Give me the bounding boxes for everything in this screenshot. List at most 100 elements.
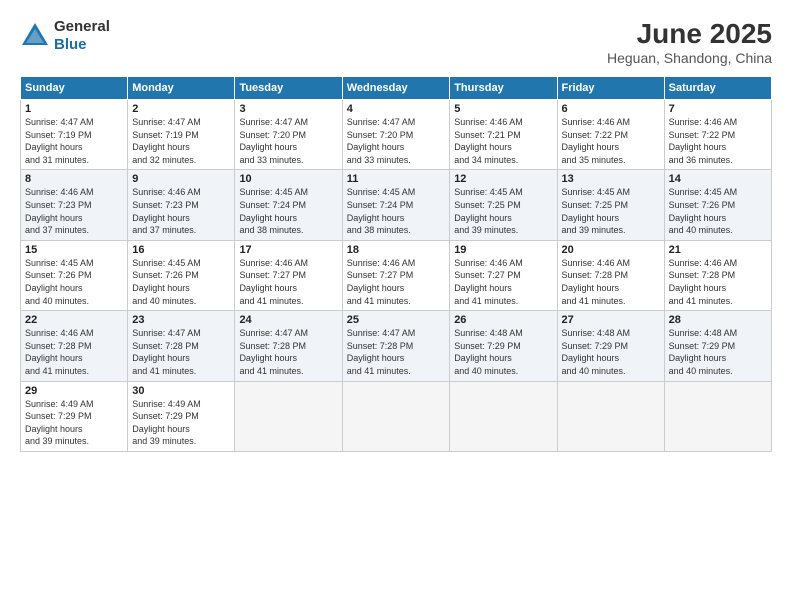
calendar-cell: 18 Sunrise: 4:46 AM Sunset: 7:27 PM Dayl… [342, 240, 449, 310]
day-number: 27 [562, 314, 660, 326]
calendar-cell [342, 381, 449, 451]
day-info: Sunrise: 4:49 AM Sunset: 7:29 PM Dayligh… [132, 398, 230, 448]
day-number: 17 [239, 244, 337, 256]
day-number: 21 [669, 244, 767, 256]
calendar-cell: 17 Sunrise: 4:46 AM Sunset: 7:27 PM Dayl… [235, 240, 342, 310]
calendar-cell: 12 Sunrise: 4:45 AM Sunset: 7:25 PM Dayl… [450, 170, 557, 240]
calendar-day-header: Tuesday [235, 77, 342, 100]
calendar-cell: 7 Sunrise: 4:46 AM Sunset: 7:22 PM Dayli… [664, 100, 771, 170]
calendar-cell: 20 Sunrise: 4:46 AM Sunset: 7:28 PM Dayl… [557, 240, 664, 310]
day-info: Sunrise: 4:45 AM Sunset: 7:24 PM Dayligh… [347, 186, 445, 236]
calendar-cell: 21 Sunrise: 4:46 AM Sunset: 7:28 PM Dayl… [664, 240, 771, 310]
calendar-cell [450, 381, 557, 451]
title-block: June 2025 Heguan, Shandong, China [607, 18, 772, 66]
day-number: 28 [669, 314, 767, 326]
day-number: 18 [347, 244, 445, 256]
calendar-day-header: Friday [557, 77, 664, 100]
day-info: Sunrise: 4:46 AM Sunset: 7:27 PM Dayligh… [347, 257, 445, 307]
day-number: 11 [347, 173, 445, 185]
day-number: 30 [132, 385, 230, 397]
day-number: 2 [132, 103, 230, 115]
day-number: 7 [669, 103, 767, 115]
day-number: 25 [347, 314, 445, 326]
day-number: 22 [25, 314, 123, 326]
day-number: 23 [132, 314, 230, 326]
day-info: Sunrise: 4:49 AM Sunset: 7:29 PM Dayligh… [25, 398, 123, 448]
day-number: 9 [132, 173, 230, 185]
calendar-cell: 15 Sunrise: 4:45 AM Sunset: 7:26 PM Dayl… [21, 240, 128, 310]
day-info: Sunrise: 4:47 AM Sunset: 7:19 PM Dayligh… [132, 116, 230, 166]
day-info: Sunrise: 4:46 AM Sunset: 7:23 PM Dayligh… [25, 186, 123, 236]
day-number: 12 [454, 173, 552, 185]
day-info: Sunrise: 4:45 AM Sunset: 7:26 PM Dayligh… [669, 186, 767, 236]
calendar-cell: 11 Sunrise: 4:45 AM Sunset: 7:24 PM Dayl… [342, 170, 449, 240]
day-number: 5 [454, 103, 552, 115]
day-info: Sunrise: 4:48 AM Sunset: 7:29 PM Dayligh… [562, 327, 660, 377]
day-info: Sunrise: 4:45 AM Sunset: 7:26 PM Dayligh… [25, 257, 123, 307]
day-info: Sunrise: 4:46 AM Sunset: 7:27 PM Dayligh… [239, 257, 337, 307]
day-info: Sunrise: 4:45 AM Sunset: 7:25 PM Dayligh… [562, 186, 660, 236]
day-info: Sunrise: 4:45 AM Sunset: 7:24 PM Dayligh… [239, 186, 337, 236]
day-info: Sunrise: 4:46 AM Sunset: 7:21 PM Dayligh… [454, 116, 552, 166]
calendar-day-header: Saturday [664, 77, 771, 100]
day-number: 26 [454, 314, 552, 326]
day-info: Sunrise: 4:45 AM Sunset: 7:26 PM Dayligh… [132, 257, 230, 307]
day-number: 13 [562, 173, 660, 185]
day-info: Sunrise: 4:46 AM Sunset: 7:28 PM Dayligh… [25, 327, 123, 377]
calendar-cell: 25 Sunrise: 4:47 AM Sunset: 7:28 PM Dayl… [342, 311, 449, 381]
day-number: 16 [132, 244, 230, 256]
page-title: June 2025 [607, 18, 772, 50]
calendar-table: SundayMondayTuesdayWednesdayThursdayFrid… [20, 76, 772, 452]
calendar-header-row: SundayMondayTuesdayWednesdayThursdayFrid… [21, 77, 772, 100]
day-number: 6 [562, 103, 660, 115]
day-info: Sunrise: 4:46 AM Sunset: 7:22 PM Dayligh… [562, 116, 660, 166]
calendar-cell: 13 Sunrise: 4:45 AM Sunset: 7:25 PM Dayl… [557, 170, 664, 240]
calendar-week-row: 1 Sunrise: 4:47 AM Sunset: 7:19 PM Dayli… [21, 100, 772, 170]
day-info: Sunrise: 4:48 AM Sunset: 7:29 PM Dayligh… [454, 327, 552, 377]
day-number: 14 [669, 173, 767, 185]
day-info: Sunrise: 4:47 AM Sunset: 7:28 PM Dayligh… [239, 327, 337, 377]
calendar-week-row: 8 Sunrise: 4:46 AM Sunset: 7:23 PM Dayli… [21, 170, 772, 240]
day-number: 10 [239, 173, 337, 185]
calendar-cell: 28 Sunrise: 4:48 AM Sunset: 7:29 PM Dayl… [664, 311, 771, 381]
day-info: Sunrise: 4:46 AM Sunset: 7:28 PM Dayligh… [562, 257, 660, 307]
calendar-day-header: Wednesday [342, 77, 449, 100]
calendar-cell [557, 381, 664, 451]
calendar-cell [235, 381, 342, 451]
calendar-cell: 8 Sunrise: 4:46 AM Sunset: 7:23 PM Dayli… [21, 170, 128, 240]
calendar-cell: 19 Sunrise: 4:46 AM Sunset: 7:27 PM Dayl… [450, 240, 557, 310]
calendar-week-row: 29 Sunrise: 4:49 AM Sunset: 7:29 PM Dayl… [21, 381, 772, 451]
logo: General Blue [20, 18, 110, 54]
calendar-cell: 29 Sunrise: 4:49 AM Sunset: 7:29 PM Dayl… [21, 381, 128, 451]
calendar-cell: 23 Sunrise: 4:47 AM Sunset: 7:28 PM Dayl… [128, 311, 235, 381]
day-info: Sunrise: 4:47 AM Sunset: 7:19 PM Dayligh… [25, 116, 123, 166]
calendar-cell: 4 Sunrise: 4:47 AM Sunset: 7:20 PM Dayli… [342, 100, 449, 170]
page: General Blue June 2025 Heguan, Shandong,… [0, 0, 792, 612]
calendar-cell: 3 Sunrise: 4:47 AM Sunset: 7:20 PM Dayli… [235, 100, 342, 170]
calendar-cell: 2 Sunrise: 4:47 AM Sunset: 7:19 PM Dayli… [128, 100, 235, 170]
calendar-week-row: 22 Sunrise: 4:46 AM Sunset: 7:28 PM Dayl… [21, 311, 772, 381]
logo-icon [20, 21, 50, 51]
calendar-cell: 10 Sunrise: 4:45 AM Sunset: 7:24 PM Dayl… [235, 170, 342, 240]
calendar-cell: 14 Sunrise: 4:45 AM Sunset: 7:26 PM Dayl… [664, 170, 771, 240]
calendar-cell: 6 Sunrise: 4:46 AM Sunset: 7:22 PM Dayli… [557, 100, 664, 170]
calendar-day-header: Thursday [450, 77, 557, 100]
header: General Blue June 2025 Heguan, Shandong,… [20, 18, 772, 66]
calendar-cell: 16 Sunrise: 4:45 AM Sunset: 7:26 PM Dayl… [128, 240, 235, 310]
calendar-cell: 5 Sunrise: 4:46 AM Sunset: 7:21 PM Dayli… [450, 100, 557, 170]
day-info: Sunrise: 4:47 AM Sunset: 7:20 PM Dayligh… [347, 116, 445, 166]
calendar-cell: 22 Sunrise: 4:46 AM Sunset: 7:28 PM Dayl… [21, 311, 128, 381]
day-number: 15 [25, 244, 123, 256]
day-number: 4 [347, 103, 445, 115]
day-number: 20 [562, 244, 660, 256]
day-info: Sunrise: 4:47 AM Sunset: 7:28 PM Dayligh… [347, 327, 445, 377]
logo-text: General Blue [54, 18, 110, 54]
day-number: 1 [25, 103, 123, 115]
day-info: Sunrise: 4:47 AM Sunset: 7:28 PM Dayligh… [132, 327, 230, 377]
day-info: Sunrise: 4:46 AM Sunset: 7:27 PM Dayligh… [454, 257, 552, 307]
day-info: Sunrise: 4:48 AM Sunset: 7:29 PM Dayligh… [669, 327, 767, 377]
day-info: Sunrise: 4:45 AM Sunset: 7:25 PM Dayligh… [454, 186, 552, 236]
day-number: 29 [25, 385, 123, 397]
calendar-cell: 1 Sunrise: 4:47 AM Sunset: 7:19 PM Dayli… [21, 100, 128, 170]
calendar-cell: 26 Sunrise: 4:48 AM Sunset: 7:29 PM Dayl… [450, 311, 557, 381]
